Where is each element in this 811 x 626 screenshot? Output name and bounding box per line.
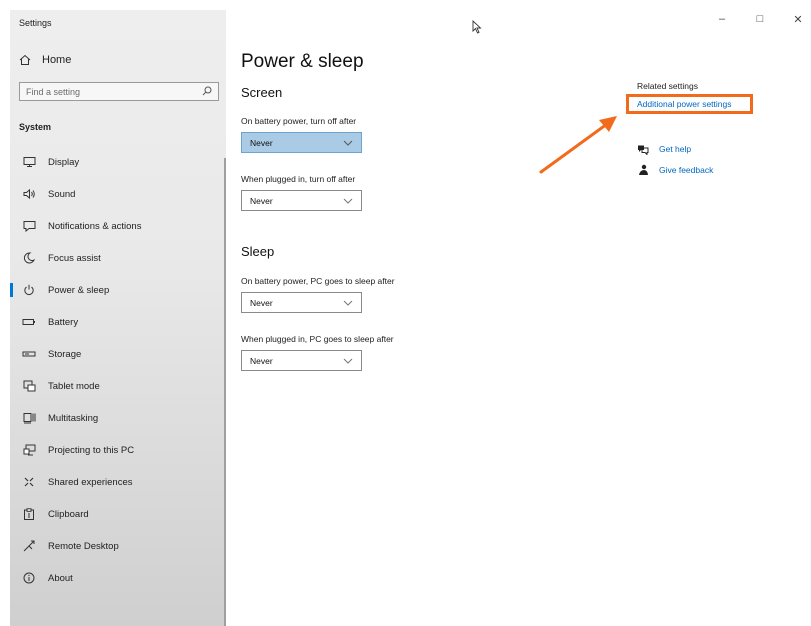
search-box[interactable]	[19, 82, 219, 101]
minimize-icon[interactable]: –	[717, 13, 727, 26]
notification-icon	[22, 219, 36, 233]
sidebar-item-label: Focus assist	[48, 252, 101, 264]
sidebar-item-focus-assist[interactable]: Focus assist	[10, 244, 220, 272]
sidebar: Settings Home System Display Sound Notif…	[10, 10, 226, 626]
dropdown-value: Never	[250, 137, 273, 148]
get-help-link[interactable]: Get help	[637, 143, 691, 155]
give-feedback-link[interactable]: Give feedback	[637, 164, 713, 176]
sidebar-item-remote-desktop[interactable]: Remote Desktop	[10, 532, 220, 560]
sidebar-scrollbar[interactable]	[224, 158, 226, 626]
sidebar-item-label: Power & sleep	[48, 284, 110, 296]
sidebar-item-shared-experiences[interactable]: Shared experiences	[10, 468, 220, 496]
page-title: Power & sleep	[241, 51, 364, 72]
sidebar-item-label: About	[48, 572, 73, 584]
sidebar-item-label: Projecting to this PC	[48, 444, 135, 456]
annotation-arrow-icon	[539, 116, 617, 174]
chevron-down-icon	[343, 356, 353, 366]
tablet-icon	[22, 379, 36, 393]
give-feedback-label: Give feedback	[659, 165, 714, 175]
sidebar-item-tablet-mode[interactable]: Tablet mode	[10, 372, 220, 400]
sidebar-item-multitasking[interactable]: Multitasking	[10, 404, 220, 432]
sidebar-item-about[interactable]: About	[10, 564, 220, 592]
sidebar-item-label: Tablet mode	[48, 380, 100, 392]
battery-icon	[22, 315, 36, 329]
search-icon[interactable]	[202, 83, 212, 101]
window-controls: – □ ✕	[717, 13, 803, 26]
sidebar-item-label: Multitasking	[48, 412, 99, 424]
monitor-icon	[22, 155, 36, 169]
sidebar-item-label: Remote Desktop	[48, 540, 119, 552]
mouse-cursor-icon	[472, 19, 482, 39]
sidebar-item-label: Display	[48, 156, 80, 168]
sleep-heading: Sleep	[241, 244, 275, 259]
projecting-icon	[22, 443, 36, 457]
search-input[interactable]	[26, 86, 186, 97]
screen-battery-label: On battery power, turn off after	[241, 116, 357, 126]
sleep-battery-dropdown[interactable]: Never	[241, 292, 362, 313]
window-title: Settings	[19, 18, 52, 28]
screen-heading: Screen	[241, 85, 283, 100]
sidebar-item-label: Shared experiences	[48, 476, 133, 488]
chevron-down-icon	[343, 138, 353, 148]
sidebar-item-battery[interactable]: Battery	[10, 308, 220, 336]
sidebar-item-power-sleep[interactable]: Power & sleep	[10, 276, 220, 304]
multitasking-icon	[22, 411, 36, 425]
sidebar-item-storage[interactable]: Storage	[10, 340, 220, 368]
sidebar-home-label: Home	[42, 54, 72, 66]
screen-plugged-label: When plugged in, turn off after	[241, 174, 356, 184]
chevron-down-icon	[343, 196, 353, 206]
dropdown-value: Never	[250, 355, 273, 366]
feedback-person-icon	[637, 164, 649, 176]
maximize-icon[interactable]: □	[755, 13, 765, 26]
additional-power-settings-link[interactable]: Additional power settings	[637, 99, 732, 109]
sidebar-item-clipboard[interactable]: Clipboard	[10, 500, 220, 528]
info-icon	[22, 571, 36, 585]
storage-icon	[22, 347, 36, 361]
sidebar-item-projecting[interactable]: Projecting to this PC	[10, 436, 220, 464]
remote-desktop-icon	[22, 539, 36, 553]
sidebar-item-label: Clipboard	[48, 508, 89, 520]
moon-icon	[22, 251, 36, 265]
related-settings-heading: Related settings	[637, 81, 698, 91]
dropdown-value: Never	[250, 195, 273, 206]
sleep-plugged-dropdown[interactable]: Never	[241, 350, 362, 371]
chevron-down-icon	[343, 298, 353, 308]
sidebar-item-display[interactable]: Display	[10, 148, 220, 176]
sidebar-item-label: Storage	[48, 348, 82, 360]
help-chat-icon	[637, 143, 649, 155]
speaker-icon	[22, 187, 36, 201]
shared-icon	[22, 475, 36, 489]
clipboard-icon	[22, 507, 36, 521]
sleep-battery-label: On battery power, PC goes to sleep after	[241, 276, 395, 286]
dropdown-value: Never	[250, 297, 273, 308]
sleep-plugged-label: When plugged in, PC goes to sleep after	[241, 334, 394, 344]
sidebar-home[interactable]: Home	[18, 53, 71, 67]
sidebar-item-label: Battery	[48, 316, 79, 328]
close-icon[interactable]: ✕	[793, 13, 803, 26]
sidebar-item-label: Sound	[48, 188, 76, 200]
get-help-label: Get help	[659, 144, 692, 154]
screen-plugged-dropdown[interactable]: Never	[241, 190, 362, 211]
sidebar-section-label: System	[19, 122, 52, 132]
sidebar-item-notifications[interactable]: Notifications & actions	[10, 212, 220, 240]
power-icon	[22, 283, 36, 297]
sidebar-item-sound[interactable]: Sound	[10, 180, 220, 208]
sidebar-item-label: Notifications & actions	[48, 220, 142, 232]
home-icon	[18, 53, 32, 67]
screen-battery-dropdown[interactable]: Never	[241, 132, 362, 153]
